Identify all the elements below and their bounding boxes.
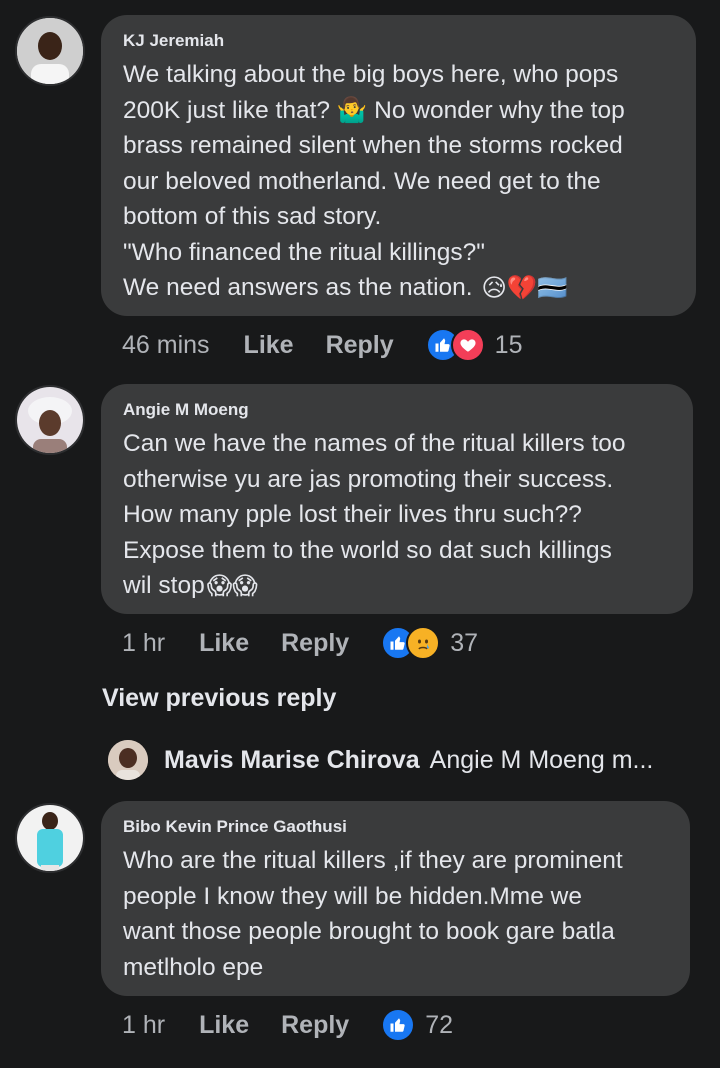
- comment-line: "Who financed the ritual killings?": [123, 238, 485, 266]
- like-button[interactable]: Like: [244, 331, 294, 360]
- comment-author[interactable]: Angie M Moeng: [123, 400, 671, 420]
- comment-line: Expose them to the world so dat such kil…: [123, 536, 612, 564]
- reactions-summary[interactable]: 15: [425, 328, 523, 362]
- reply-button[interactable]: Reply: [281, 629, 349, 658]
- comment-bubble: Bibo Kevin Prince Gaothusi Who are the r…: [101, 801, 690, 996]
- comment-timestamp[interactable]: 1 hr: [122, 1011, 165, 1040]
- reaction-count: 72: [425, 1010, 454, 1039]
- comment-text: We talking about the big boys here, who …: [123, 57, 674, 306]
- comment-line: people I know they will be hidden.Mme we: [123, 882, 582, 910]
- reaction-count: 37: [450, 628, 479, 657]
- comment-line-text: wil stop: [123, 572, 205, 599]
- comment-line: otherwise yu are jas promoting their suc…: [123, 465, 614, 493]
- emoji-group: 😱😱: [206, 572, 258, 600]
- comment-line: We talking about the big boys here, who …: [123, 61, 619, 88]
- comment-author[interactable]: KJ Jeremiah: [123, 31, 674, 51]
- emoji-group: 😥💔🇧🇼: [481, 274, 568, 302]
- comment-timestamp[interactable]: 1 hr: [122, 629, 165, 658]
- comment-line: 200K just like that? 🤷‍♂️ No wonder why …: [123, 96, 625, 124]
- comment-bubble: KJ Jeremiah We talking about the big boy…: [101, 15, 696, 316]
- sad-reaction-icon: [406, 626, 441, 660]
- like-button[interactable]: Like: [199, 629, 249, 658]
- comment-line: We need answers as the nation. 😥💔🇧🇼: [123, 270, 674, 306]
- collapsed-reply[interactable]: Mavis Marise Chirova Angie M Moeng m...: [108, 740, 653, 780]
- comment-line: our beloved motherland. We need get to t…: [123, 167, 601, 195]
- comment-bubble: Angie M Moeng Can we have the names of t…: [101, 384, 693, 614]
- reply-author[interactable]: Mavis Marise Chirova: [164, 746, 420, 775]
- comment-line: want those people brought to book gare b…: [123, 918, 615, 945]
- avatar[interactable]: [108, 740, 148, 780]
- reply-button[interactable]: Reply: [281, 1011, 349, 1040]
- comment-line-text: We need answers as the nation.: [123, 274, 473, 301]
- comment-actions: 1 hr Like Reply 72: [122, 1008, 453, 1042]
- reactions-summary[interactable]: 72: [381, 1008, 453, 1042]
- avatar[interactable]: [15, 16, 85, 86]
- reaction-count: 15: [494, 330, 523, 359]
- comment-line: bottom of this sad story.: [123, 203, 382, 230]
- comment-text: Can we have the names of the ritual kill…: [123, 426, 671, 604]
- comment-actions: 1 hr Like Reply 37: [122, 626, 478, 660]
- avatar[interactable]: [15, 803, 85, 873]
- reactions-summary[interactable]: 37: [381, 626, 478, 660]
- love-reaction-icon: [450, 328, 485, 362]
- comment-line: brass remained silent when the storms ro…: [123, 132, 623, 159]
- comment-author[interactable]: Bibo Kevin Prince Gaothusi: [123, 817, 668, 837]
- comment-line: wil stop😱😱: [123, 568, 671, 604]
- view-previous-reply-link[interactable]: View previous reply: [102, 684, 336, 713]
- reply-snippet: Angie M Moeng m...: [429, 745, 654, 774]
- comment-line: metlholo epe: [123, 953, 264, 981]
- like-button[interactable]: Like: [199, 1011, 249, 1040]
- like-reaction-icon: [381, 1008, 416, 1042]
- avatar[interactable]: [15, 385, 85, 455]
- comment-line: How many pple lost their lives thru such…: [123, 501, 582, 528]
- comment-text: Who are the ritual killers ,if they are …: [123, 843, 668, 985]
- comment-timestamp[interactable]: 46 mins: [122, 331, 210, 360]
- comment-line: Can we have the names of the ritual kill…: [123, 430, 626, 457]
- reply-button[interactable]: Reply: [326, 331, 394, 360]
- comment-actions: 46 mins Like Reply 15: [122, 328, 522, 362]
- comment-line: Who are the ritual killers ,if they are …: [123, 847, 623, 874]
